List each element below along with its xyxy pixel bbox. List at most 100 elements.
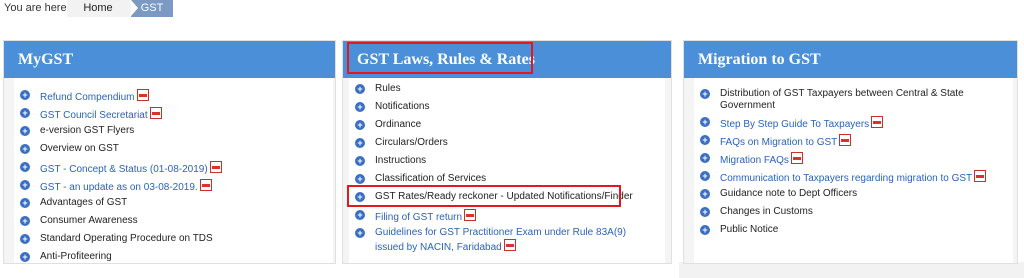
plus-circle-icon: + bbox=[20, 216, 30, 226]
plus-circle-icon: + bbox=[700, 153, 710, 163]
panel-mygst: MyGST + Refund Compendium + GST Council Sec… bbox=[3, 40, 336, 264]
highlight-box-title bbox=[347, 42, 533, 74]
item-text: Changes in Customs bbox=[720, 206, 813, 217]
plus-circle-icon: + bbox=[355, 228, 365, 238]
mygst-list: + Refund Compendium + GST Council Secretari… bbox=[14, 89, 333, 263]
list-item[interactable]: + Changes in Customs bbox=[694, 206, 1013, 224]
list-item[interactable]: + Communication to Taxpayers regarding mi… bbox=[694, 170, 1013, 188]
pdf-icon[interactable] bbox=[149, 107, 162, 119]
list-item[interactable]: + GST - Concept & Status (01-08-2019) bbox=[14, 161, 333, 179]
pdf-icon[interactable] bbox=[136, 89, 149, 101]
item-text: Distribution of GST Taxpayers between Ce… bbox=[720, 88, 964, 111]
list-item[interactable]: + Advantages of GST bbox=[14, 197, 333, 215]
list-item[interactable]: + Distribution of GST Taxpayers between C… bbox=[694, 88, 1013, 116]
plus-circle-icon: + bbox=[700, 135, 710, 145]
list-item[interactable]: + e-version GST Flyers bbox=[14, 125, 333, 143]
list-item[interactable]: + Standard Operating Procedure on TDS bbox=[14, 233, 333, 251]
item-link[interactable]: GST Council Secretariat bbox=[40, 110, 148, 121]
plus-circle-icon: + bbox=[20, 198, 30, 208]
plus-circle-icon: + bbox=[700, 225, 710, 235]
plus-circle-icon: + bbox=[700, 207, 710, 217]
plus-circle-icon: + bbox=[700, 171, 710, 181]
breadcrumb-home-link[interactable]: Home bbox=[67, 0, 136, 17]
item-text: Overview on GST bbox=[40, 143, 119, 154]
plus-circle-icon: + bbox=[20, 234, 30, 244]
list-item[interactable]: + FAQs on Migration to GST bbox=[694, 134, 1013, 152]
item-link[interactable]: Guidelines for GST Practitioner Exam und… bbox=[375, 227, 626, 253]
item-text: Standard Operating Procedure on TDS bbox=[40, 233, 213, 244]
item-link[interactable]: Refund Compendium bbox=[40, 92, 135, 103]
pdf-icon[interactable] bbox=[199, 179, 212, 191]
highlight-box-rates bbox=[347, 185, 621, 207]
plus-circle-icon: + bbox=[20, 252, 30, 262]
list-item[interactable]: + Consumer Awareness bbox=[14, 215, 333, 233]
plus-circle-icon: + bbox=[355, 138, 365, 148]
list-item[interactable]: + Overview on GST bbox=[14, 143, 333, 161]
breadcrumb-current: GST bbox=[131, 0, 173, 17]
list-item[interactable]: + Ordinance bbox=[349, 119, 665, 137]
item-text: Consumer Awareness bbox=[40, 215, 138, 226]
plus-circle-icon: + bbox=[355, 174, 365, 184]
list-item[interactable]: + Rules bbox=[349, 83, 665, 101]
list-item[interactable]: + Guidelines for GST Practitioner Exam un… bbox=[349, 227, 665, 255]
panel-migration-body: + Distribution of GST Taxpayers between C… bbox=[694, 78, 1013, 263]
breadcrumb: You are here:: Home GST bbox=[0, 0, 1024, 17]
item-link[interactable]: Filing of GST return bbox=[375, 212, 462, 223]
item-text: Public Notice bbox=[720, 224, 779, 235]
list-item[interactable]: + GST - an update as on 03-08-2019. bbox=[14, 179, 333, 197]
list-item[interactable]: + GST Council Secretariat bbox=[14, 107, 333, 125]
breadcrumb-prefix: You are here:: bbox=[4, 2, 73, 14]
pdf-icon[interactable] bbox=[839, 134, 852, 146]
list-item[interactable]: + Anti-Profiteering bbox=[14, 251, 333, 263]
item-text: Instructions bbox=[375, 155, 427, 166]
item-text: Anti-Profiteering bbox=[40, 251, 112, 262]
list-item[interactable]: + Instructions bbox=[349, 155, 665, 173]
list-item[interactable]: + Migration FAQs bbox=[694, 152, 1013, 170]
plus-circle-icon: + bbox=[355, 84, 365, 94]
item-link[interactable]: Step By Step Guide To Taxpayers bbox=[720, 119, 869, 130]
plus-circle-icon: + bbox=[355, 156, 365, 166]
pdf-icon[interactable] bbox=[464, 209, 477, 221]
item-text: Ordinance bbox=[375, 119, 422, 130]
plus-circle-icon: + bbox=[20, 90, 30, 100]
plus-circle-icon: + bbox=[20, 144, 30, 154]
item-link[interactable]: GST - Concept & Status (01-08-2019) bbox=[40, 164, 208, 175]
panel-mygst-title: MyGST bbox=[4, 41, 335, 78]
plus-circle-icon: + bbox=[20, 108, 30, 118]
list-item[interactable]: + Refund Compendium bbox=[14, 89, 333, 107]
item-link[interactable]: FAQs on Migration to GST bbox=[720, 137, 837, 148]
item-text: Notifications bbox=[375, 101, 430, 112]
pdf-icon[interactable] bbox=[790, 152, 803, 164]
plus-circle-icon: + bbox=[700, 117, 710, 127]
item-text: Classification of Services bbox=[375, 173, 487, 184]
list-item[interactable]: + Circulars/Orders bbox=[349, 137, 665, 155]
plus-circle-icon: + bbox=[355, 210, 365, 220]
laws-list: + Rules + Notifications + Ordinance + Circulars… bbox=[349, 83, 665, 255]
list-item[interactable]: + Step By Step Guide To Taxpayers bbox=[694, 116, 1013, 134]
list-item[interactable]: + Filing of GST return bbox=[349, 209, 665, 227]
item-link[interactable]: GST - an update as on 03-08-2019. bbox=[40, 182, 198, 193]
pdf-icon[interactable] bbox=[871, 116, 884, 128]
plus-circle-icon: + bbox=[700, 189, 710, 199]
panel-migration-title: Migration to GST bbox=[684, 41, 1017, 78]
item-text: Advantages of GST bbox=[40, 197, 128, 208]
migration-list: + Distribution of GST Taxpayers between C… bbox=[694, 88, 1013, 242]
item-text: Rules bbox=[375, 83, 401, 94]
plus-circle-icon: + bbox=[355, 120, 365, 130]
plus-circle-icon: + bbox=[700, 89, 710, 99]
list-item[interactable]: + Notifications bbox=[349, 101, 665, 119]
pdf-icon[interactable] bbox=[974, 170, 987, 182]
panel-migration: Migration to GST + Distribution of GST Ta… bbox=[683, 40, 1018, 264]
pdf-icon[interactable] bbox=[503, 239, 516, 251]
item-link[interactable]: Communication to Taxpayers regarding mig… bbox=[720, 173, 972, 184]
footer-band bbox=[679, 262, 1024, 278]
plus-circle-icon: + bbox=[20, 180, 30, 190]
panel-mygst-body: + Refund Compendium + GST Council Secretari… bbox=[14, 78, 333, 263]
item-text: e-version GST Flyers bbox=[40, 125, 135, 136]
pdf-icon[interactable] bbox=[209, 161, 222, 173]
list-item[interactable]: + Guidance note to Dept Officers bbox=[694, 188, 1013, 206]
item-link[interactable]: Migration FAQs bbox=[720, 155, 789, 166]
list-item[interactable]: + Public Notice bbox=[694, 224, 1013, 242]
plus-circle-icon: + bbox=[20, 126, 30, 136]
plus-circle-icon: + bbox=[355, 102, 365, 112]
